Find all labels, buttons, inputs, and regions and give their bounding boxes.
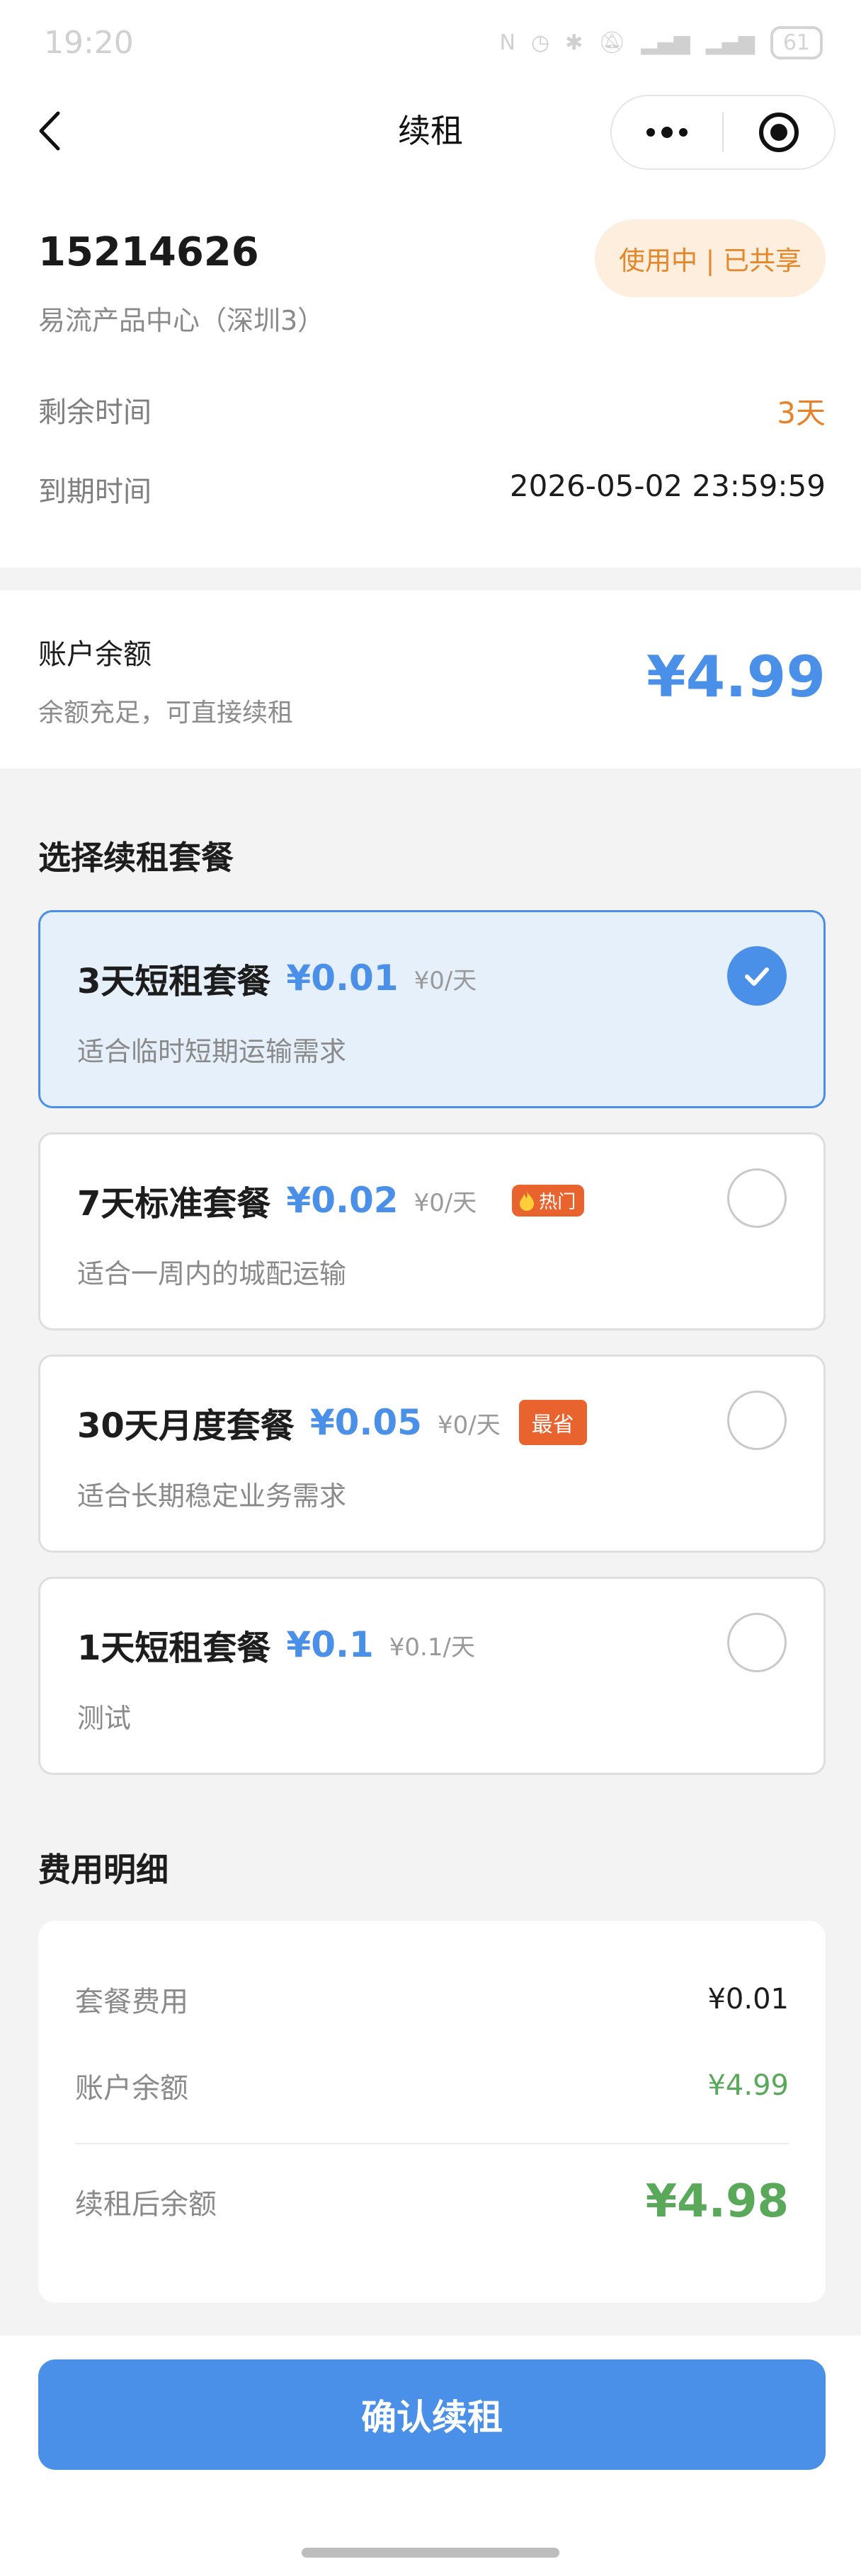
status-badge: 使用中 | 已共享 [595,219,826,297]
plan-name: 7天标准套餐 [77,1184,271,1224]
fee-section-title: 费用明细 [38,1851,169,1889]
balance-amount: ¥4.99 [646,644,826,710]
after-balance-row: 续租后余额 ¥4.98 [75,2175,789,2228]
remaining-time-value: 3天 [777,396,826,430]
device-id: 15214626 [38,229,259,275]
bluetooth-icon: ✱ [565,30,583,55]
status-icons: N ◷ ✱ 🔕︎ ▂▄▆ ▂▄▆ 61 [499,25,823,59]
after-balance-label: 续租后余额 [75,2188,217,2221]
plan-head: 30天月度套餐 ¥0.05 ¥0/天 最省 [77,1398,587,1447]
check-icon [745,967,769,986]
battery-icon: 61 [770,25,823,59]
signal-5g-icon: ▂▄▆ [641,30,690,55]
signal-5g-icon: ▂▄▆ [705,30,755,55]
plan-description: 适合临时短期运输需求 [77,1036,347,1067]
fire-icon [520,1191,535,1211]
package-fee-row: 套餐费用 ¥0.01 [75,1979,789,2020]
plan-unit-price: ¥0.1/天 [389,1633,475,1662]
mute-icon: 🔕︎ [598,30,626,55]
plan-head: 1天短租套餐 ¥0.1 ¥0.1/天 [77,1620,475,1669]
plan-name: 3天短租套餐 [77,962,271,1001]
plans-section-title: 选择续租套餐 [38,839,234,877]
expire-time-value: 2026-05-02 23:59:59 [509,468,826,503]
package-fee-label: 套餐费用 [75,1986,188,2018]
nfc-icon: N [499,30,515,55]
expire-time-row: 到期时间 2026-05-02 23:59:59 [38,468,826,510]
fee-balance-value: ¥4.99 [707,2069,789,2102]
plan-unit-price: ¥0/天 [414,1188,477,1217]
package-fee-value: ¥0.01 [707,1983,789,2016]
plan-radio[interactable] [727,1391,787,1450]
status-bar: 19:20 N ◷ ✱ 🔕︎ ▂▄▆ ▂▄▆ 61 [0,0,861,85]
plan-price: ¥0.01 [286,958,399,999]
miniprogram-capsule [610,95,836,170]
plan-price: ¥0.1 [286,1624,374,1665]
balance-title: 账户余额 [38,638,152,671]
remaining-time-row: 剩余时间 3天 [38,389,826,432]
hot-tag: 热门 [512,1184,585,1217]
plan-head: 3天短租套餐 ¥0.01 ¥0/天 [77,953,477,1003]
plan-name: 30天月度套餐 [77,1406,295,1446]
plan-description: 适合一周内的城配运输 [77,1258,347,1289]
bottom-bar: 确认续租 [0,2335,861,2576]
plan-radio[interactable] [727,1613,787,1672]
fee-balance-row: 账户余额 ¥4.99 [75,2065,789,2106]
fee-balance-label: 账户余额 [75,2072,188,2105]
plan-price: ¥0.05 [309,1402,422,1443]
after-balance-value: ¥4.98 [645,2175,789,2228]
plan-radio[interactable] [727,1168,787,1228]
navbar: 续租 [0,85,861,177]
plan-card-1day[interactable]: 1天短租套餐 ¥0.1 ¥0.1/天 测试 [38,1577,826,1775]
device-card: 15214626 易流产品中心（深圳3） 使用中 | 已共享 剩余时间 3天 到… [0,177,861,568]
fee-card: 套餐费用 ¥0.01 账户余额 ¥4.99 续租后余额 ¥4.98 [38,1921,826,2303]
expire-time-label: 到期时间 [38,476,152,508]
more-icon [646,127,688,138]
fee-divider [75,2143,789,2144]
target-icon [759,113,799,152]
confirm-renew-button[interactable]: 确认续租 [38,2359,826,2470]
plan-card-7day[interactable]: 7天标准套餐 ¥0.02 ¥0/天 热门 适合一周内的城配运输 [38,1132,826,1330]
save-tag: 最省 [518,1400,587,1445]
alarm-icon: ◷ [530,30,550,55]
plan-description: 适合长期稳定业务需求 [77,1480,347,1512]
more-button[interactable] [612,96,722,168]
device-company: 易流产品中心（深圳3） [38,305,325,336]
plan-head: 7天标准套餐 ¥0.02 ¥0/天 热门 [77,1175,585,1225]
plan-description: 测试 [77,1703,132,1734]
plan-card-30day[interactable]: 30天月度套餐 ¥0.05 ¥0/天 最省 适合长期稳定业务需求 [38,1355,826,1553]
plan-price: ¥0.02 [286,1180,399,1221]
close-miniprogram-button[interactable] [724,96,834,168]
plan-unit-price: ¥0/天 [414,966,477,995]
home-indicator[interactable] [302,2548,559,2558]
plan-unit-price: ¥0/天 [437,1410,501,1439]
plan-radio-checked[interactable] [727,946,787,1006]
plan-name: 1天短租套餐 [77,1628,271,1668]
hot-tag-label: 热门 [539,1191,576,1213]
remaining-time-label: 剩余时间 [38,396,152,429]
balance-subtitle: 余额充足，可直接续租 [38,698,294,728]
plan-card-3day[interactable]: 3天短租套餐 ¥0.01 ¥0/天 适合临时短期运输需求 [38,910,826,1108]
status-time: 19:20 [44,24,134,61]
balance-card: 账户余额 余额充足，可直接续租 ¥4.99 [0,590,861,769]
